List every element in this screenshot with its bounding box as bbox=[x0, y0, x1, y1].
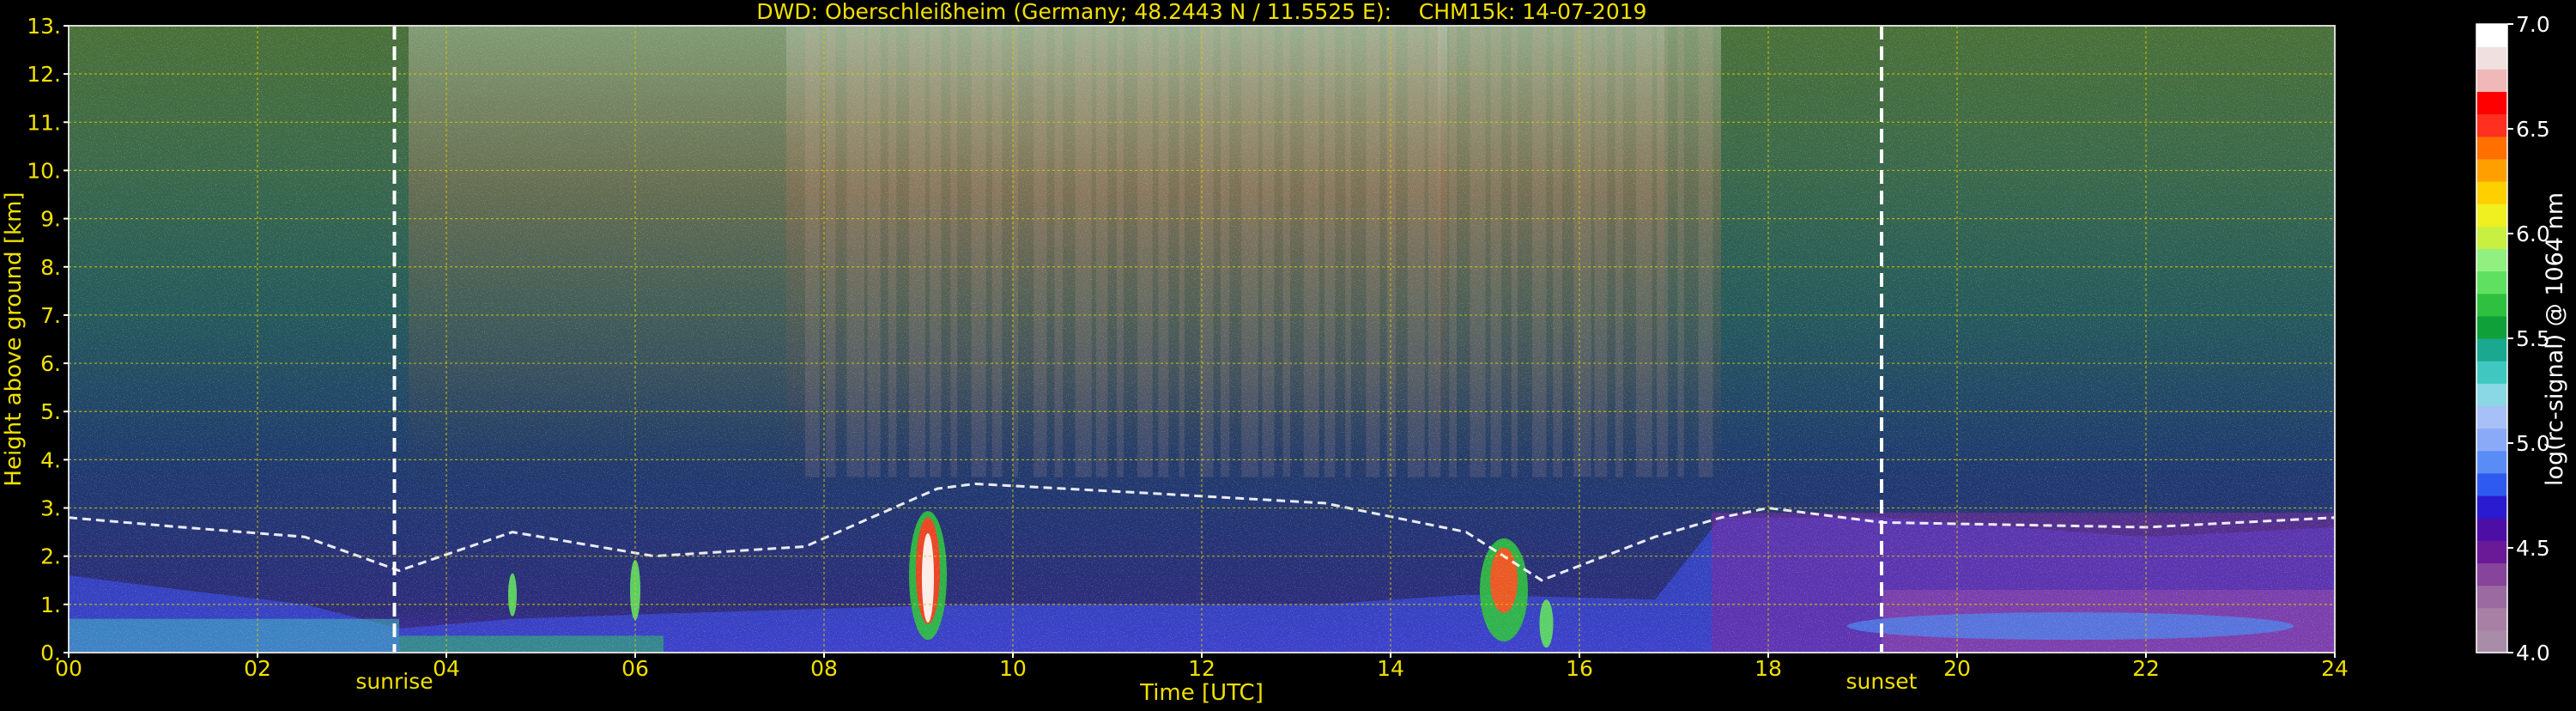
y-tick-label: 6. bbox=[40, 351, 61, 376]
y-tick-label: 12. bbox=[27, 62, 61, 87]
x-tick-label: 06 bbox=[621, 656, 649, 681]
y-axis-label: Height above ground [km] bbox=[1, 191, 27, 486]
x-axis-label: Time [UTC] bbox=[1139, 680, 1264, 706]
x-tick-label: 24 bbox=[2321, 656, 2349, 681]
x-tick-label: 04 bbox=[433, 656, 460, 681]
y-ticks: 0. 1. 2. 3. 4. 5. 6. 7. 8. 9. 10. 11. 12. 13. bbox=[27, 14, 69, 665]
colorbar-label: log(rc-signal) @ 1064 nm bbox=[2542, 192, 2568, 486]
colorbar-segment bbox=[2476, 248, 2507, 272]
colorbar-segment bbox=[2476, 518, 2507, 541]
y-tick-label: 2. bbox=[40, 544, 61, 569]
colorbar-tick-label: 4.5 bbox=[2516, 536, 2550, 561]
colorbar-segment bbox=[2476, 338, 2507, 362]
colorbar-segment bbox=[2476, 181, 2507, 204]
colorbar-segment bbox=[2476, 24, 2507, 47]
y-tick-label: 1. bbox=[40, 592, 61, 617]
y-tick-label: 0. bbox=[40, 641, 61, 665]
colorbar-segment bbox=[2476, 136, 2507, 160]
colorbar-tick-label: 6.5 bbox=[2516, 117, 2550, 142]
colorbar-segment bbox=[2476, 450, 2507, 474]
colorbar-segment bbox=[2476, 629, 2507, 653]
y-tick-label: 11. bbox=[27, 110, 61, 135]
y-tick-label: 5. bbox=[40, 399, 61, 424]
x-tick-label: 20 bbox=[1943, 656, 1971, 681]
marker-label-sunrise: sunrise bbox=[355, 669, 433, 694]
marker-label-sunset: sunset bbox=[1846, 669, 1918, 694]
y-tick-label: 7. bbox=[40, 303, 61, 328]
y-tick-label: 10. bbox=[27, 158, 61, 183]
colorbar-segment bbox=[2476, 293, 2507, 317]
ceilometer-figure: sunrise sunset 00 02 04 06 08 10 12 14 16 18 20 22 24… bbox=[0, 0, 2576, 708]
x-tick-label: 08 bbox=[810, 656, 838, 681]
colorbar-segment bbox=[2476, 540, 2507, 564]
colorbar-segment bbox=[2476, 585, 2507, 609]
colorbar-segment bbox=[2476, 562, 2507, 586]
colorbar-segment bbox=[2476, 607, 2507, 631]
colorbar-segment bbox=[2476, 472, 2507, 496]
x-tick-label: 12 bbox=[1188, 656, 1215, 681]
x-tick-label: 14 bbox=[1377, 656, 1404, 681]
colorbar-segment bbox=[2476, 495, 2507, 519]
x-tick-label: 10 bbox=[999, 656, 1027, 681]
chart-svg: sunrise sunset 00 02 04 06 08 10 12 14 16 18 20 22 24… bbox=[1, 0, 2568, 706]
colorbar-segment bbox=[2476, 46, 2507, 70]
y-tick-label: 9. bbox=[40, 207, 61, 232]
y-tick-label: 13. bbox=[27, 14, 61, 39]
y-tick-label: 4. bbox=[40, 447, 61, 472]
colorbar-segment bbox=[2476, 113, 2507, 137]
x-tick-label: 02 bbox=[244, 656, 271, 681]
colorbar-segment bbox=[2476, 204, 2507, 227]
colorbar-segment bbox=[2476, 405, 2507, 429]
colorbar-segment bbox=[2476, 315, 2507, 339]
colorbar-segment bbox=[2476, 383, 2507, 407]
colorbar-tick-label: 7.0 bbox=[2516, 12, 2550, 37]
x-tick-label: 22 bbox=[2132, 656, 2160, 681]
colorbar-segment bbox=[2476, 69, 2507, 93]
y-tick-label: 3. bbox=[40, 496, 61, 521]
colorbar bbox=[2476, 23, 2508, 653]
colorbar-segment bbox=[2476, 91, 2507, 115]
colorbar-segment bbox=[2476, 428, 2507, 452]
colorbar-tick-label: 4.0 bbox=[2516, 641, 2550, 665]
chart-title: DWD: Oberschleißheim (Germany; 48.2443 N… bbox=[756, 0, 1646, 24]
y-tick-label: 8. bbox=[40, 255, 61, 280]
colorbar-segment bbox=[2476, 158, 2507, 182]
colorbar-segment bbox=[2476, 270, 2507, 295]
x-tick-label: 16 bbox=[1566, 656, 1593, 681]
colorbar-segment bbox=[2476, 226, 2507, 250]
colorbar-segment bbox=[2476, 361, 2507, 384]
x-tick-label: 18 bbox=[1755, 656, 1782, 681]
